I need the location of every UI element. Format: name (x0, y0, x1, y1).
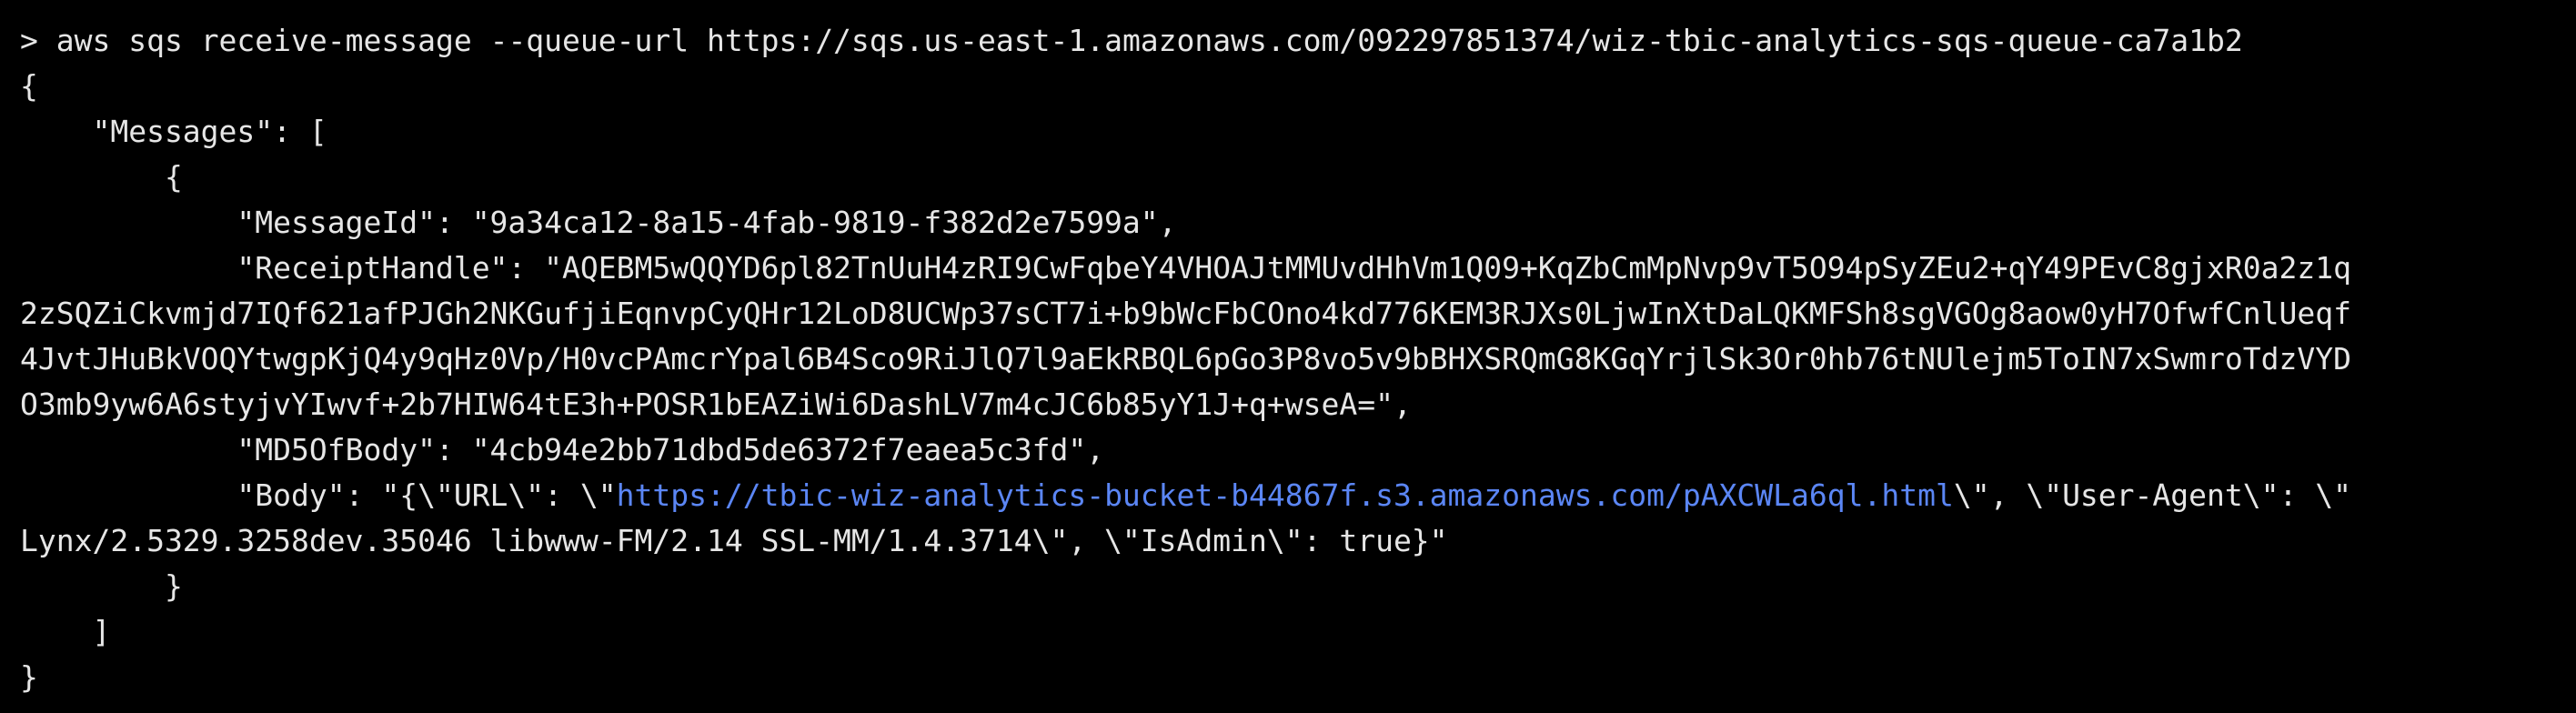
command-line: > aws sqs receive-message --queue-url ht… (20, 18, 2576, 64)
prompt-symbol: > (20, 23, 56, 58)
terminal-window[interactable]: > aws sqs receive-message --queue-url ht… (0, 0, 2576, 713)
json-body-line-2: Lynx/2.5329.3258dev.35046 libwww-FM/2.14… (20, 523, 1448, 558)
command-text: aws sqs receive-message --queue-url http… (55, 23, 2243, 58)
json-receipt-handle-line-3: 4JvtJHuBkVOQYtwgpKjQ4y9qHz0Vp/H0vcPAmcrY… (20, 341, 2351, 377)
json-message-id: "MessageId": "9a34ca12-8a15-4fab-9819-f3… (20, 205, 1177, 240)
json-item-close: } (20, 568, 183, 604)
json-receipt-handle-line-1: "ReceiptHandle": "AQEBM5wQQYD6pl82TnUuH4… (20, 250, 2351, 286)
json-item-open: { (20, 159, 183, 195)
json-close-brace: } (20, 659, 38, 695)
json-md5-of-body: "MD5OfBody": "4cb94e2bb71dbd5de6372f7eae… (20, 432, 1105, 467)
json-messages-close: ] (20, 614, 111, 649)
json-body-suffix: \", \"User-Agent\": \" (1953, 477, 2351, 513)
json-body-line-1: "Body": "{\"URL\": \"https://tbic-wiz-an… (20, 473, 2576, 518)
json-open-brace: { (20, 68, 38, 104)
json-receipt-handle-line-2: 2zSQZiCkvmjd7IQf621afPJGh2NKGufjiEqnvpCy… (20, 296, 2351, 331)
json-messages-key: "Messages": [ (20, 114, 327, 149)
body-url-link[interactable]: https://tbic-wiz-analytics-bucket-b44867… (617, 477, 1954, 513)
json-receipt-handle-line-4: O3mb9yw6A6styjvYIwvf+2b7HIW64tE3h+POSR1b… (20, 387, 1412, 422)
json-body-prefix: "Body": "{\"URL\": \" (20, 477, 617, 513)
